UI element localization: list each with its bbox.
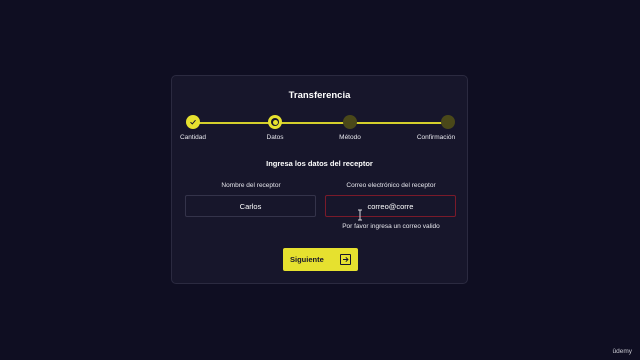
name-field-label: Nombre del receptor xyxy=(221,182,281,189)
receiver-name-input[interactable] xyxy=(185,195,316,217)
check-icon xyxy=(190,119,196,125)
step-datos-dot xyxy=(268,115,282,129)
email-error-message: Por favor ingresa un correo valido xyxy=(342,223,440,230)
stepper-track xyxy=(193,122,448,124)
next-button-label: Siguiente xyxy=(290,255,324,264)
transfer-card: Transferencia Cantidad Datos Método Conf… xyxy=(171,75,468,284)
step-confirmacion-dot xyxy=(441,115,455,129)
udemy-watermark: ûdemy xyxy=(612,348,632,355)
step-metodo-dot xyxy=(343,115,357,129)
arrow-right-icon xyxy=(340,254,351,265)
receiver-email-input[interactable] xyxy=(325,195,456,217)
step-label-datos: Datos xyxy=(266,134,284,141)
text-cursor-icon xyxy=(358,209,362,221)
step-label-cantidad: Cantidad xyxy=(179,134,207,141)
card-title: Transferencia xyxy=(288,90,351,101)
step-label-confirmacion: Confirmación xyxy=(416,134,456,141)
step-label-metodo: Método xyxy=(339,134,361,141)
step-cantidad-dot xyxy=(186,115,200,129)
next-button[interactable]: Siguiente xyxy=(283,248,358,271)
watermark-text: ûdemy xyxy=(612,348,632,355)
form-subtitle: Ingresa los datos del receptor xyxy=(266,159,373,168)
email-field-label: Correo electrónico del receptor xyxy=(346,182,436,189)
